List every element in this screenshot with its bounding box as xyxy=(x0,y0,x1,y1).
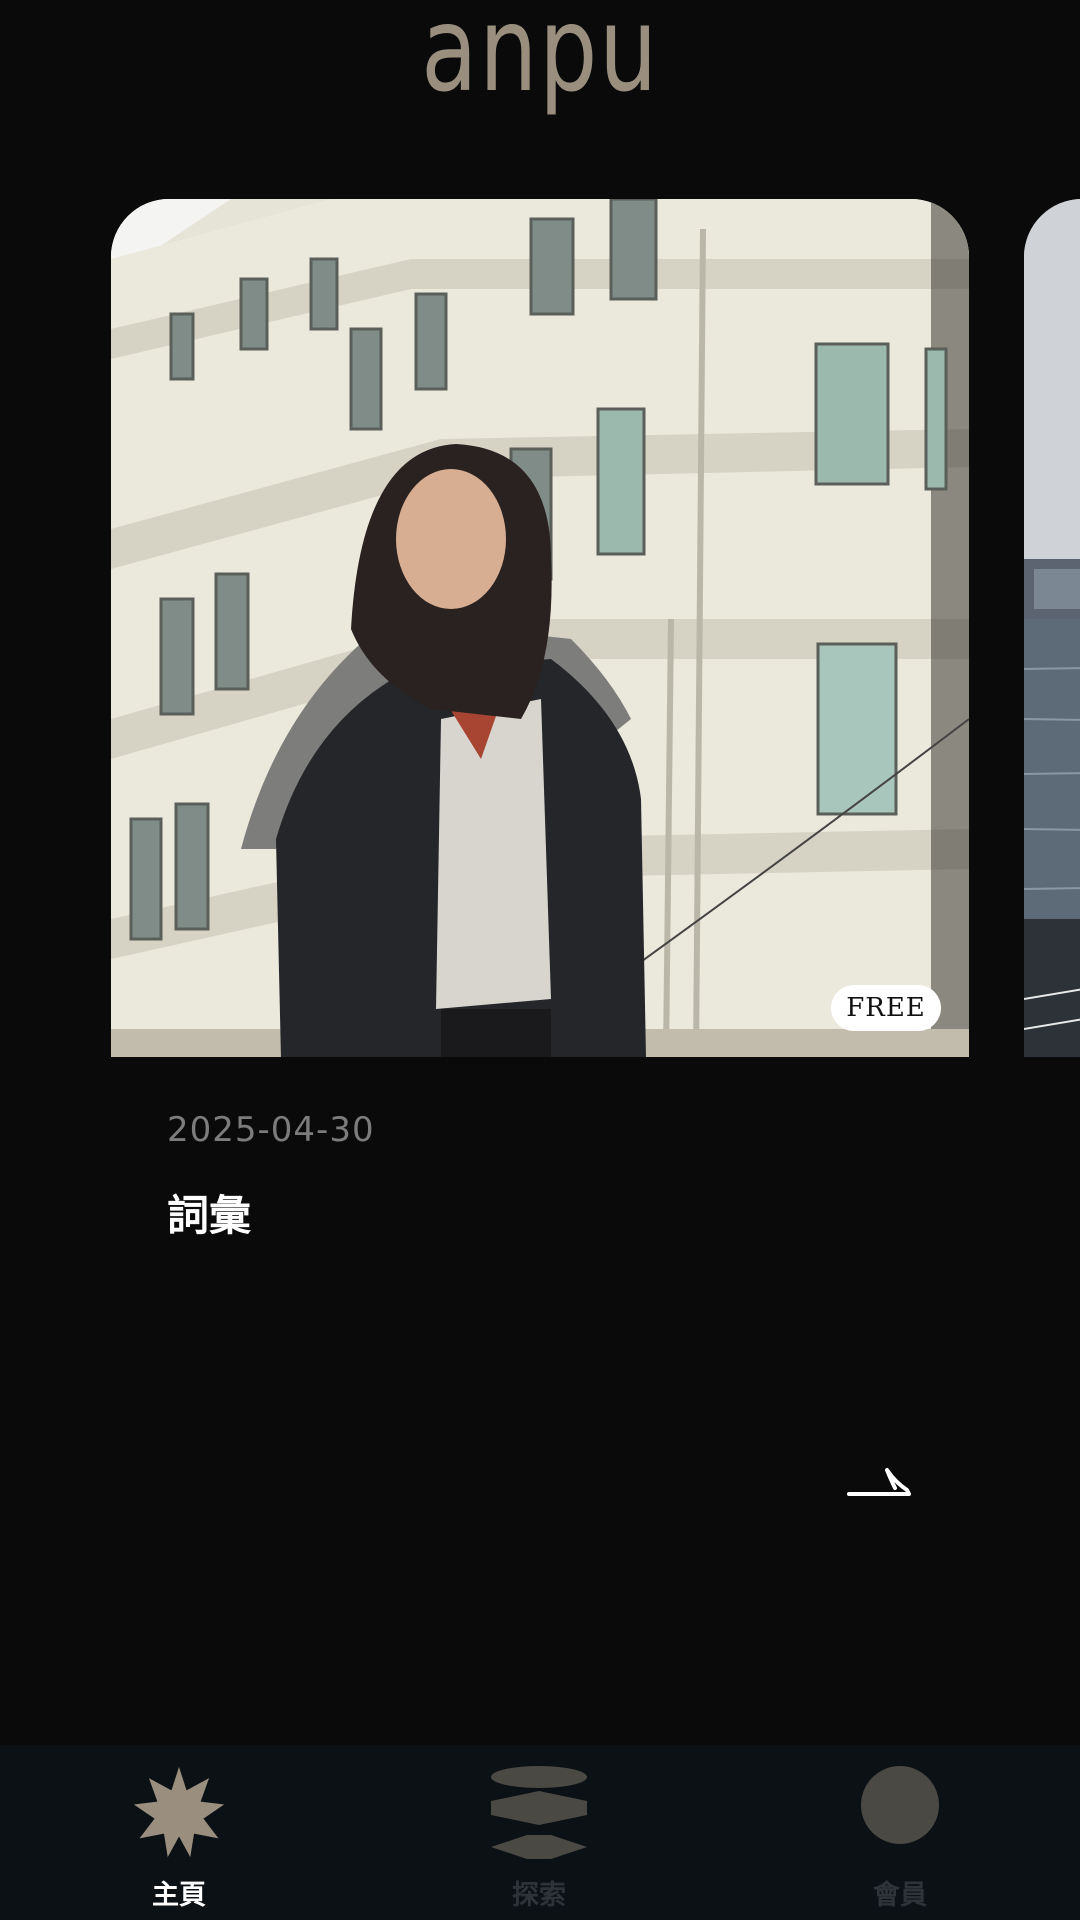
tab-explore-label: 探索 xyxy=(512,1880,566,1911)
circle-icon xyxy=(861,1766,939,1844)
card-date: 2025-04-30 xyxy=(167,1110,375,1150)
feed-card[interactable] xyxy=(111,199,969,1057)
starburst-icon xyxy=(133,1766,225,1858)
next-feed-card[interactable] xyxy=(1024,199,1080,1057)
app-logo: anpu xyxy=(421,0,659,118)
card-photo xyxy=(111,199,969,1057)
home-screen: anpu FREE 2025-04-30 詞彙 主頁 探索 會員 xyxy=(0,0,1080,1920)
card-title[interactable]: 詞彙 xyxy=(167,1182,251,1243)
tab-home-label: 主頁 xyxy=(152,1880,206,1911)
tab-member[interactable]: 會員 xyxy=(800,1745,1000,1920)
free-badge: FREE xyxy=(831,985,941,1031)
next-arrow-icon[interactable] xyxy=(843,1460,915,1500)
tab-home[interactable]: 主頁 xyxy=(79,1745,279,1920)
tab-explore[interactable]: 探索 xyxy=(439,1745,639,1920)
layers-icon xyxy=(491,1766,587,1859)
tab-member-label: 會員 xyxy=(873,1880,927,1911)
next-card-photo xyxy=(1024,199,1080,1057)
bottom-tab-bar: 主頁 探索 會員 xyxy=(0,1745,1080,1920)
